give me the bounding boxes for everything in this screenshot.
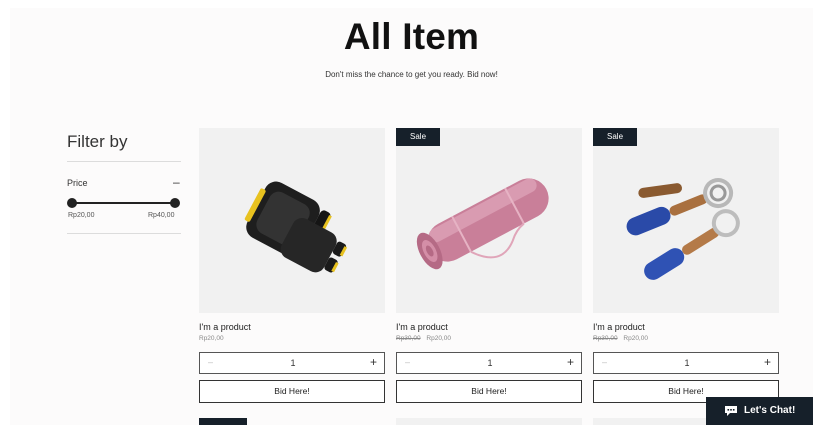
product-card: Sale I'm a product Rp30,00 Rp20,00 – 1 +…: [593, 128, 779, 403]
product-original-price: Rp30,00: [593, 335, 618, 342]
product-card: I'm a product Rp20,00 – 1 + Bid Here!: [199, 128, 385, 403]
product-current-price: Rp20,00: [623, 335, 648, 342]
product-original-price: Rp30,00: [396, 335, 421, 342]
product-name[interactable]: I'm a product: [593, 322, 779, 332]
lets-chat-button[interactable]: Let's Chat!: [706, 397, 813, 425]
collapse-price-button[interactable]: –: [173, 175, 180, 189]
hand-grips-image: [626, 178, 740, 280]
product-image-link[interactable]: Sale: [396, 128, 582, 313]
page-title: All Item: [343, 16, 480, 57]
product-price: Rp30,00 Rp20,00: [396, 335, 582, 342]
product-image-link[interactable]: [199, 128, 385, 313]
quantity-stepper[interactable]: – 1 +: [593, 352, 779, 374]
bid-here-button[interactable]: Bid Here!: [199, 380, 385, 403]
product-current-price: Rp20,00: [426, 335, 451, 342]
price-range-max: Rp40,00: [148, 212, 175, 219]
yoga-mat-image: [416, 178, 549, 270]
price-range-min: Rp20,00: [68, 212, 95, 219]
product-card-peek: [396, 418, 582, 425]
bid-here-button[interactable]: Bid Here!: [396, 380, 582, 403]
price-slider-max-handle[interactable]: [170, 198, 180, 208]
price-slider-track[interactable]: [72, 202, 176, 204]
sale-badge-peek: [199, 418, 247, 425]
quantity-value[interactable]: 1: [397, 358, 583, 368]
product-price: Rp30,00 Rp20,00: [593, 335, 779, 342]
sale-badge: Sale: [396, 128, 441, 146]
increase-quantity-button[interactable]: +: [370, 355, 377, 369]
increase-quantity-button[interactable]: +: [764, 355, 771, 369]
gloves-image: [244, 181, 348, 273]
filter-divider: [67, 161, 181, 162]
product-current-price: Rp20,00: [199, 335, 224, 342]
increase-quantity-button[interactable]: +: [567, 355, 574, 369]
product-name[interactable]: I'm a product: [396, 322, 582, 332]
price-slider-min-handle[interactable]: [67, 198, 77, 208]
filter-title: Filter by: [67, 132, 128, 151]
quantity-value[interactable]: 1: [200, 358, 386, 368]
sale-badge: Sale: [593, 128, 638, 146]
chat-bubble-icon: [724, 405, 738, 420]
product-image-link[interactable]: Sale: [593, 128, 779, 313]
chat-label: Let's Chat!: [744, 405, 796, 416]
quantity-value[interactable]: 1: [594, 358, 780, 368]
price-filter-label[interactable]: Price: [67, 178, 88, 188]
filter-divider: [67, 233, 181, 234]
product-name[interactable]: I'm a product: [199, 322, 385, 332]
product-card: Sale I'm a product Rp30,00 Rp20,00 – 1 +…: [396, 128, 582, 403]
quantity-stepper[interactable]: – 1 +: [396, 352, 582, 374]
page: All Item Don't miss the chance to get yo…: [10, 8, 813, 425]
product-price: Rp20,00: [199, 335, 385, 342]
page-subtitle: Don't miss the chance to get you ready. …: [325, 70, 498, 79]
quantity-stepper[interactable]: – 1 +: [199, 352, 385, 374]
